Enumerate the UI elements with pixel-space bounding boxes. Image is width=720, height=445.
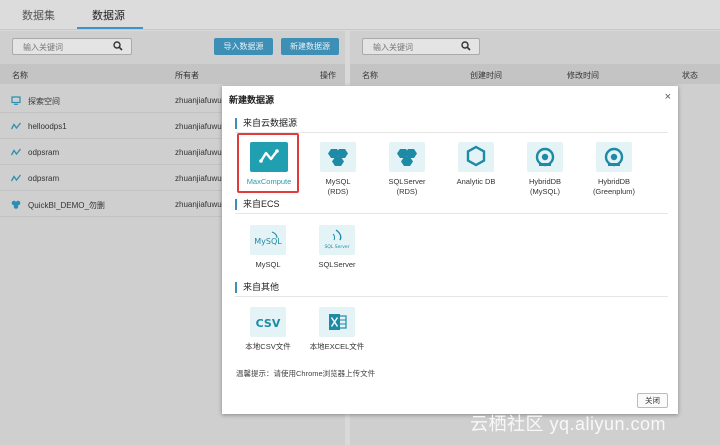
- rds-icon: [389, 142, 425, 172]
- header-status: 状态: [682, 71, 698, 80]
- maxcompute-icon: [11, 148, 21, 156]
- tile-label: HybridDB: [597, 177, 631, 186]
- row-owner: zhuanjiafuwu: [175, 122, 222, 131]
- right-search-placeholder: 输入关键词: [373, 43, 413, 52]
- excel-file-icon: [319, 307, 355, 337]
- tile-ecs-mysql[interactable]: MySQL MySQL: [232, 225, 304, 270]
- rds-icon: [320, 142, 356, 172]
- tile-sublabel: (Greenplum): [592, 187, 636, 196]
- row-name: odpsram: [28, 148, 60, 157]
- maxcompute-icon: [11, 174, 21, 182]
- header-name: 名称: [362, 71, 378, 80]
- sqlserver-icon: SQL Server: [319, 225, 355, 255]
- mysql-icon-text: MySQL: [254, 237, 282, 246]
- maxcompute-icon: [11, 122, 21, 130]
- tile-label: HybridDB: [528, 177, 562, 186]
- mysql-icon: MySQL: [250, 225, 286, 255]
- top-tab-bar: 数据集 数据源: [0, 0, 720, 30]
- row-owner: zhuanjiafuwu: [175, 200, 222, 209]
- analyticdb-icon: [458, 142, 494, 172]
- row-name: odpsram: [28, 174, 60, 183]
- section-divider: [235, 296, 668, 297]
- new-datasource-button[interactable]: 新建数据源: [281, 38, 339, 55]
- rds-icon: [11, 200, 21, 209]
- csv-icon-text: CSV: [256, 317, 281, 330]
- header-name: 名称: [12, 71, 28, 80]
- row-name: 探索空间: [28, 97, 60, 106]
- tile-mysql-rds[interactable]: MySQL (RDS): [302, 142, 374, 197]
- explore-space-icon: [11, 96, 21, 105]
- tile-sublabel: (MySQL): [530, 187, 560, 196]
- tile-ecs-sqlserver[interactable]: SQL Server SQLServer: [301, 225, 373, 270]
- row-name: QuickBI_DEMO_勿删: [28, 201, 105, 210]
- right-table-header: 名称 创建时间 修改时间 状态: [350, 64, 720, 84]
- section-divider: [235, 213, 668, 214]
- tile-label: SQLServer: [388, 177, 426, 186]
- section-divider: [235, 132, 668, 133]
- row-owner: zhuanjiafuwu: [175, 96, 222, 105]
- csv-file-icon: CSV: [250, 307, 286, 337]
- tile-label: MySQL: [255, 260, 281, 269]
- tile-label: SQLServer: [318, 260, 356, 269]
- right-search-input[interactable]: 输入关键词: [362, 38, 480, 55]
- tile-sublabel: (RDS): [327, 187, 349, 196]
- left-search-input[interactable]: 输入关键词: [12, 38, 132, 55]
- row-owner: zhuanjiafuwu: [175, 174, 222, 183]
- hybriddb-icon: [596, 142, 632, 172]
- dialog-title: 新建数据源: [229, 95, 275, 105]
- tile-sublabel: (RDS): [396, 187, 418, 196]
- left-search-placeholder: 输入关键词: [23, 43, 63, 52]
- hybriddb-icon: [527, 142, 563, 172]
- tile-label: Analytic DB: [456, 177, 496, 186]
- search-icon[interactable]: [113, 41, 123, 51]
- header-owner: 所有者: [175, 71, 199, 80]
- header-modified: 修改时间: [567, 71, 599, 80]
- tile-analytic-db[interactable]: Analytic DB: [440, 142, 512, 187]
- search-icon[interactable]: [461, 41, 471, 51]
- close-icon[interactable]: ×: [665, 91, 671, 103]
- selection-highlight: [237, 133, 299, 193]
- tile-label: MySQL: [325, 177, 351, 186]
- row-name: helloodps1: [28, 122, 67, 131]
- active-tab-indicator: [77, 27, 143, 29]
- row-owner: zhuanjiafuwu: [175, 148, 222, 157]
- sqlserver-icon-text: SQL Server: [324, 244, 349, 250]
- header-ops: 操作: [320, 71, 336, 80]
- tile-sqlserver-rds[interactable]: SQLServer (RDS): [371, 142, 443, 197]
- watermark: 云栖社区 yq.aliyun.com: [470, 414, 667, 434]
- tile-local-csv[interactable]: CSV 本地CSV文件: [232, 307, 304, 352]
- section-other: 来自其他: [235, 282, 279, 293]
- import-datasource-button[interactable]: 导入数据源: [214, 38, 273, 55]
- tile-hybriddb-mysql[interactable]: HybridDB (MySQL): [509, 142, 581, 197]
- tile-hybriddb-greenplum[interactable]: HybridDB (Greenplum): [578, 142, 650, 197]
- tile-label: 本地EXCEL文件: [309, 342, 365, 351]
- section-cloud-datasources: 来自云数据源: [235, 118, 297, 129]
- left-table-header: 名称 所有者 操作: [0, 64, 345, 84]
- section-ecs: 来自ECS: [235, 199, 280, 210]
- tile-local-excel[interactable]: 本地EXCEL文件: [301, 307, 373, 352]
- tab-datasets[interactable]: 数据集: [22, 7, 55, 23]
- tab-datasources[interactable]: 数据源: [92, 7, 125, 23]
- header-created: 创建时间: [470, 71, 502, 80]
- tile-label: 本地CSV文件: [245, 342, 291, 351]
- dialog-close-button[interactable]: 关闭: [637, 393, 668, 408]
- upload-tip: 温馨提示：请使用Chrome浏览器上传文件: [236, 369, 376, 378]
